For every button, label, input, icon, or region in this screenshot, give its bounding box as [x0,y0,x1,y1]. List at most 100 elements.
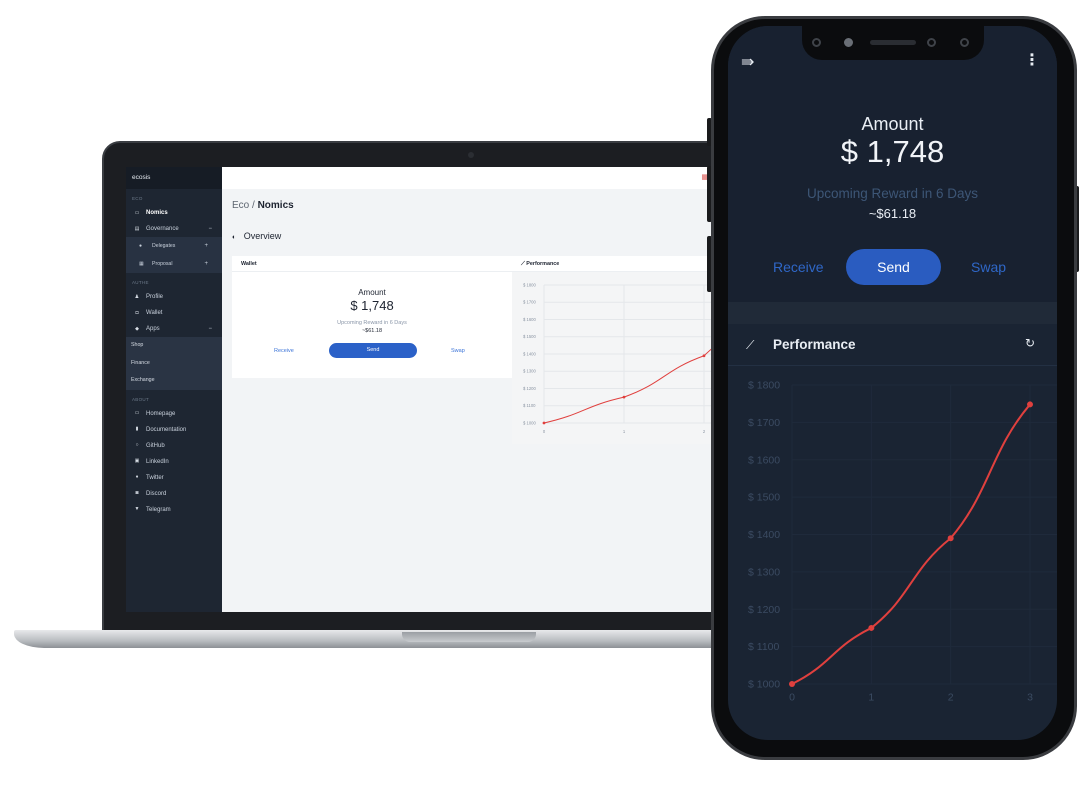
sidebar-item-wallet[interactable]: ◘ Wallet [126,305,222,321]
sidebar-item-shop[interactable]: Shop [126,337,222,355]
sidebar-item-label: Documentation [146,426,187,433]
x-tick-label: 0 [543,429,546,434]
send-button[interactable]: Send [846,249,941,285]
speaker-grille [870,40,916,45]
topbar: ▦ [222,167,726,189]
reward-value: ~$61.18 [361,328,383,334]
sidebar-item-discord[interactable]: ◙ Discord [126,486,222,502]
amount-label: Amount [358,288,386,297]
sidebar-item-proposal[interactable]: ▦ Proposal + [126,255,222,273]
wallet-card-title: Wallet [232,256,512,272]
menu-icon[interactable]: ⇛ [741,52,754,72]
apps-icon: ◆ [135,325,139,332]
breadcrumb-separator: / [252,200,255,211]
y-tick-label: $ 1000 [748,679,780,691]
sidebar-item-exchange[interactable]: Exchange [126,372,222,390]
y-tick-label: $ 1500 [523,334,536,339]
sidebar: ecosis ECO ▭ Nomics ▤ Governance − ● Del… [126,167,222,612]
swap-button[interactable]: Swap [451,348,465,354]
linkedin-icon: ▣ [134,458,140,464]
laptop-camera [468,152,474,158]
sensor-icon [844,38,853,47]
chart-icon: ⟋ [746,338,755,352]
more-vertical-icon[interactable]: ⋮ [1024,50,1040,70]
y-tick-label: $ 1800 [523,282,536,287]
phone-screen: ⇛ ⋮ Amount $ 1,748 Upcoming Reward in 6 … [728,26,1057,740]
x-tick-label: 1 [868,692,874,704]
book-icon: ▮ [135,426,139,432]
swap-button[interactable]: Swap [971,259,1006,275]
sidebar-item-apps[interactable]: ◆ Apps − [126,321,222,337]
document-icon: ▦ [139,261,144,267]
sidebar-item-label: Wallet [146,310,163,316]
sidebar-item-delegates[interactable]: ● Delegates + [126,237,222,255]
overview-icon: ◐ [232,234,237,241]
send-button[interactable]: Send [329,343,417,358]
upcoming-reward-label: Upcoming Reward in 6 Days [337,320,407,326]
amount-value: $ 1,748 [840,134,945,169]
x-tick-label: 1 [623,429,626,434]
y-tick-label: $ 1300 [748,566,780,578]
expand-icon[interactable]: + [204,261,208,267]
collapse-icon[interactable]: − [208,326,212,332]
sidebar-item-label: GitHub [146,442,165,449]
sidebar-item-homepage[interactable]: ▭ Homepage [126,406,222,422]
y-tick-label: $ 1000 [523,420,536,425]
collapse-icon[interactable]: − [208,226,212,232]
y-tick-label: $ 1300 [523,369,536,374]
sidebar-item-telegram[interactable]: ▼ Telegram [126,502,222,518]
sidebar-item-profile[interactable]: ♟ Profile [126,289,222,305]
amount-value: $ 1,748 [350,298,394,313]
section-divider [728,302,1057,324]
data-point [868,624,875,631]
y-tick-label: $ 1200 [748,604,780,616]
y-tick-label: $ 1400 [748,529,780,541]
desktop-icon: ▭ [134,410,140,416]
sidebar-item-label: LinkedIn [146,458,169,465]
overview-heading: ◐ Overview [232,231,281,241]
stage: ecosis ECO ▭ Nomics ▤ Governance − ● Del… [0,0,1091,788]
overview-title: Overview [243,231,282,241]
sidebar-item-finance[interactable]: Finance [126,354,222,372]
camera-icon [927,38,936,47]
y-tick-label: $ 1700 [748,417,780,429]
twitter-icon: ♦ [135,474,139,480]
sidebar-item-label: Homepage [146,410,176,417]
performance-card-header: ⟋ Performance [512,256,726,272]
y-tick-label: $ 1400 [523,351,536,356]
sidebar-item-nomics[interactable]: ▭ Nomics [126,205,222,221]
monitor-icon: ▭ [134,209,140,216]
sidebar-item-governance[interactable]: ▤ Governance − [126,221,222,237]
expand-icon[interactable]: + [204,243,208,249]
github-icon: ○ [135,442,139,448]
receive-button[interactable]: Receive [773,259,824,275]
y-tick-label: $ 1700 [523,300,536,305]
performance-card: ⟋ Performance $ 1000 $ 1100 $ 1200 $ 1300 $ … [512,256,726,444]
sidebar-item-documentation[interactable]: ▮ Documentation [126,422,222,438]
laptop-performance-chart: $ 1000 $ 1100 $ 1200 $ 1300 $ 1400 $ 1500 $ 16… [523,282,726,434]
sidebar-section-auth: AUTHE [132,280,149,285]
list-icon: ▤ [134,225,140,232]
camera-icon [960,38,969,47]
data-point [789,681,795,687]
performance-title: Performance [526,261,560,267]
performance-header: ⟋ Performance ↻ [728,324,1057,366]
sidebar-item-github[interactable]: ○ GitHub [126,438,222,454]
receive-button[interactable]: Receive [274,348,294,354]
wallet-card: Wallet Amount $ 1,748 Upcoming Reward in… [232,256,512,378]
sidebar-item-label: Delegates [152,243,176,249]
brand[interactable]: ecosis [126,167,222,189]
refresh-icon[interactable]: ↻ [1025,336,1035,350]
breadcrumb-root[interactable]: Eco [232,200,249,211]
user-icon: ● [139,243,143,249]
y-tick-label: $ 1800 [748,380,780,392]
sidebar-item-linkedin[interactable]: ▣ LinkedIn [126,454,222,470]
sidebar-item-twitter[interactable]: ♦ Twitter [126,470,222,486]
person-icon: ♟ [134,293,140,300]
breadcrumb-current: Nomics [257,200,294,211]
sidebar-section-eco: ECO [132,196,143,201]
x-tick-label: 0 [789,692,795,704]
y-tick-label: $ 1600 [748,454,780,466]
x-tick-label: 2 [948,692,954,704]
y-tick-label: $ 1500 [748,492,780,504]
